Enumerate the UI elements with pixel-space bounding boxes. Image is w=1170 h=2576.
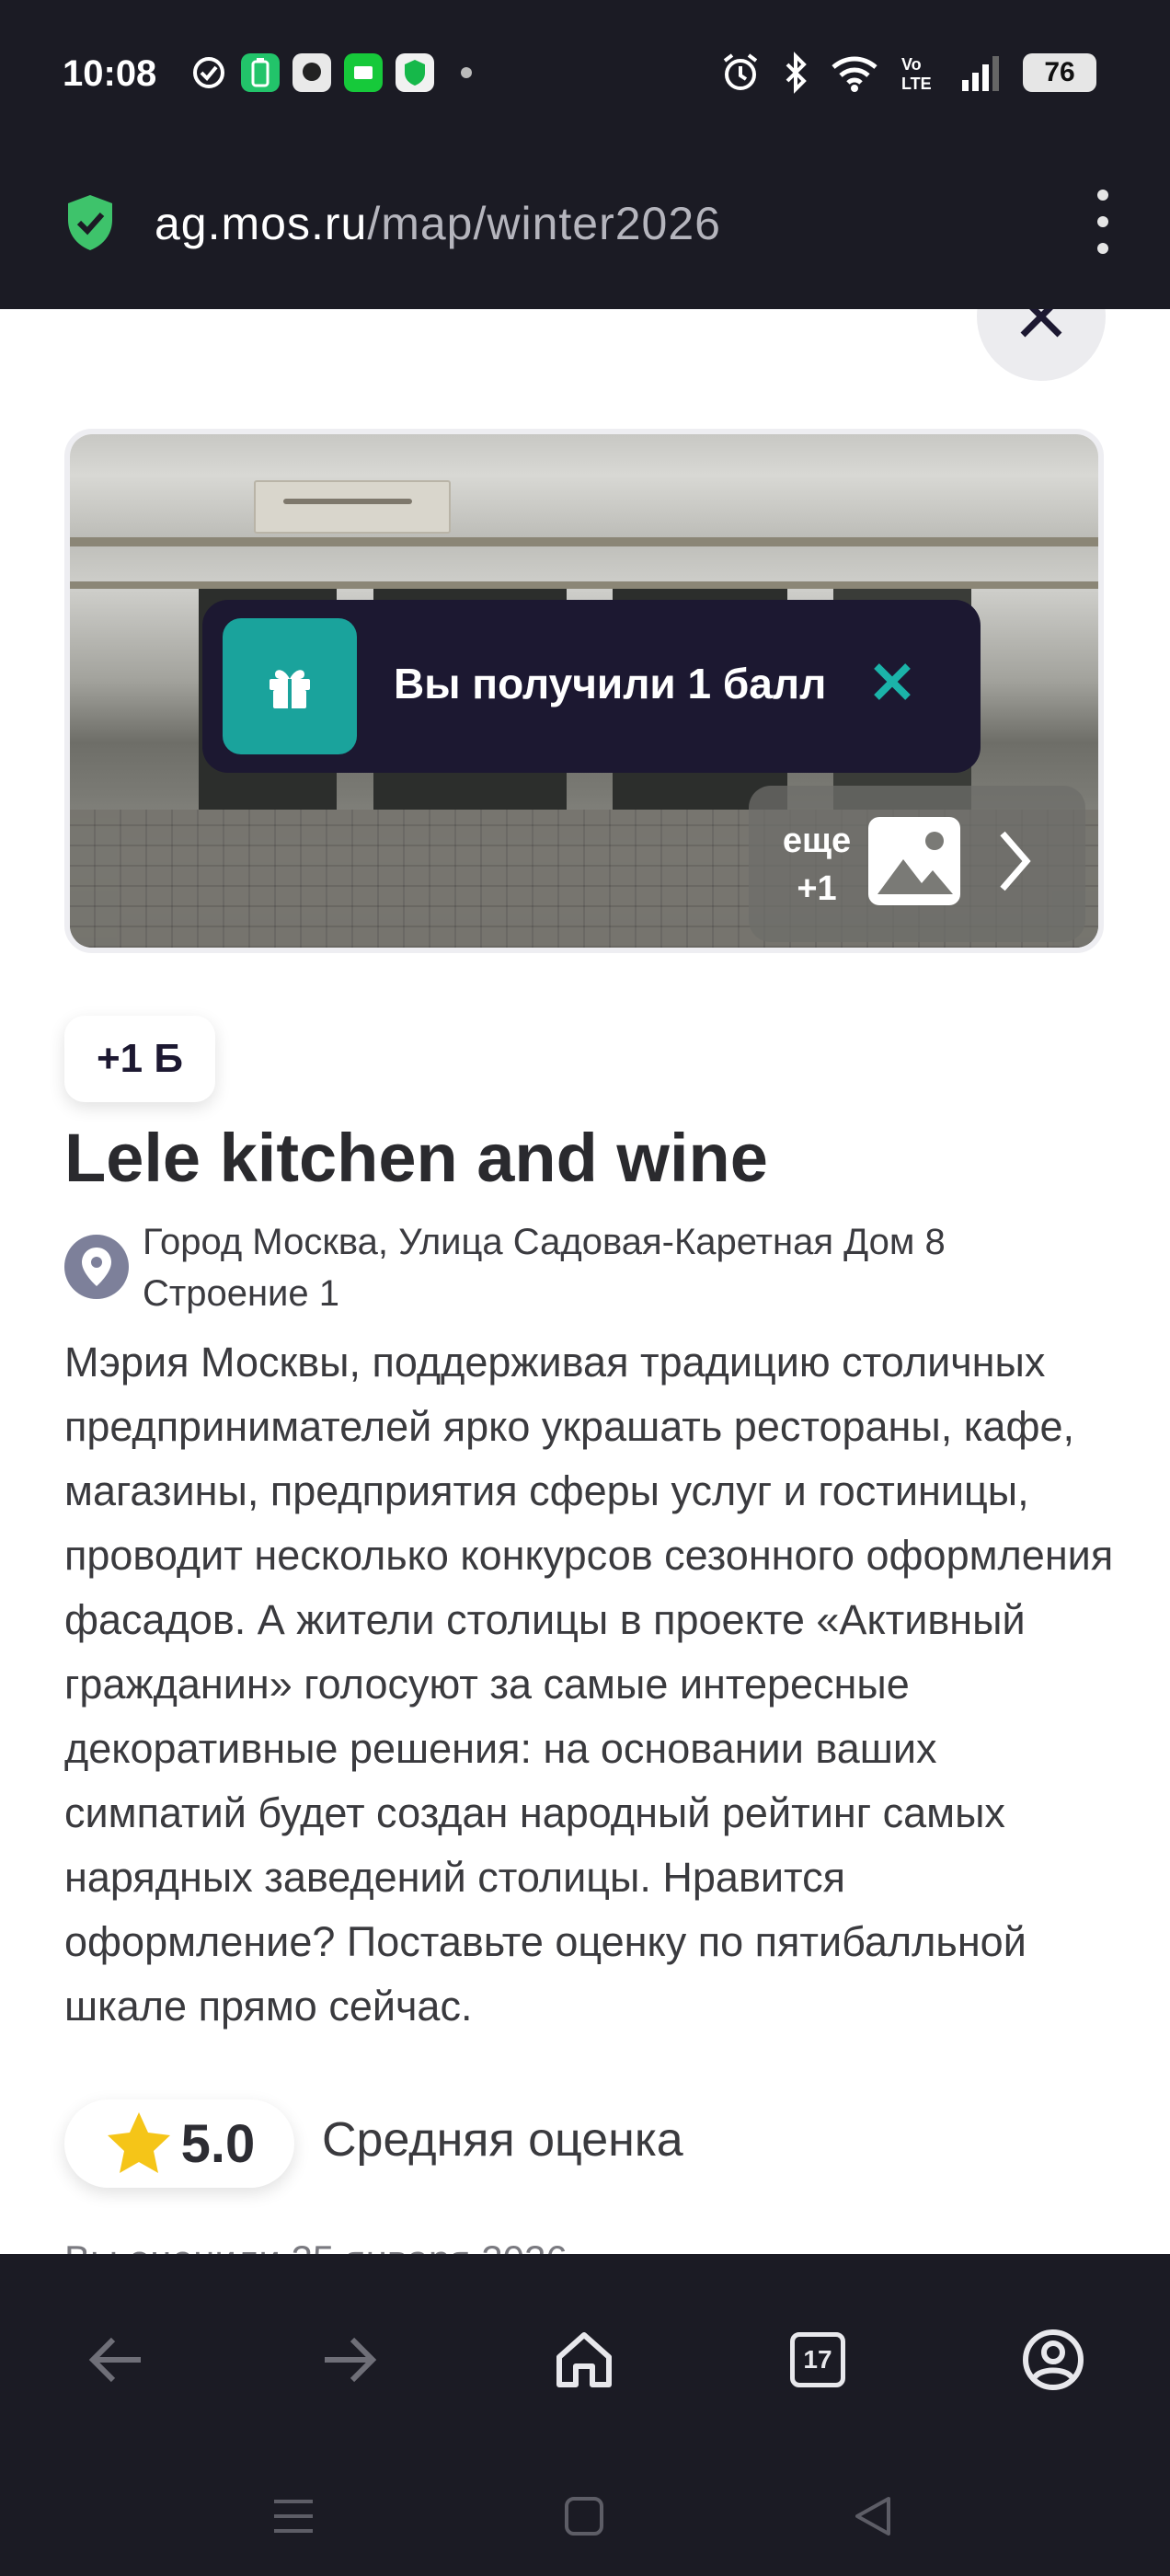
home-icon [556, 2332, 612, 2387]
alarm-icon [723, 53, 758, 90]
address-field[interactable]: ag.mos.ru/map/winter2026 [155, 197, 721, 250]
more-photos-button[interactable]: еще +1 [749, 786, 1085, 942]
place-address: Город Москва, Улица Садовая-Каретная Дом… [143, 1222, 946, 1314]
system-status-icons: Vo LTE 76 [719, 52, 1096, 94]
bluetooth-icon [786, 52, 807, 94]
more-photos-label: еще +1 [771, 817, 863, 913]
home-button[interactable] [533, 2309, 635, 2410]
system-back-button[interactable] [832, 2475, 914, 2558]
kebab-menu-icon[interactable] [1089, 190, 1117, 254]
toast-message: Вы получили 1 балл [394, 660, 827, 707]
place-description: Мэрия Москвы, поддерживая традицию столи… [64, 1339, 1114, 2030]
more-label-line2: +1 [797, 869, 837, 908]
rating-label: Средняя оценка [322, 2113, 683, 2167]
rating-badge: 5.0 [64, 2099, 294, 2188]
battery-indicator: 76 [1023, 53, 1096, 92]
url-host: ag.mos.ru [155, 198, 368, 249]
square-icon [565, 2497, 603, 2536]
location-pin-icon [64, 1235, 129, 1299]
image-icon [868, 817, 960, 905]
vpn-shield-app-icon [396, 53, 434, 92]
profile-icon [1023, 2329, 1084, 2390]
status-time: 10:08 [63, 53, 157, 94]
close-x-icon[interactable] [865, 650, 920, 714]
triangle-back-icon [855, 2497, 890, 2536]
system-recents-button[interactable] [252, 2475, 335, 2558]
svg-text:Vo: Vo [901, 55, 922, 74]
more-dot-icon [447, 53, 486, 92]
back-button[interactable] [64, 2309, 166, 2410]
place-card-sheet: Вы получили 1 балл еще +1 +1 Б Lele kitc… [0, 309, 1170, 2254]
points-toast: Вы получили 1 балл [202, 600, 981, 773]
more-label-line1: еще [782, 822, 852, 860]
forward-arrow-icon [325, 2337, 377, 2383]
url-path: /map/winter2026 [367, 198, 721, 249]
browser-bottom-nav: 17 [0, 2254, 1170, 2576]
close-icon [1020, 309, 1062, 338]
signal-icon [962, 56, 999, 91]
back-arrow-icon [88, 2337, 141, 2383]
forward-button[interactable] [300, 2309, 401, 2410]
your-rating-date: Вы оценили 25 января 2026 [64, 2237, 568, 2254]
gift-icon [223, 618, 357, 754]
chevron-right-icon [995, 826, 1032, 901]
points-badge: +1 Б [64, 1016, 215, 1102]
restaurant-sign [254, 480, 451, 534]
money-app-icon [344, 53, 383, 92]
svg-text:LTE: LTE [901, 75, 932, 93]
browser-url-bar: ag.mos.ru/map/winter2026 [0, 147, 1170, 309]
place-photo[interactable]: Вы получили 1 балл еще +1 [64, 429, 1104, 953]
check-circle-icon [189, 53, 228, 92]
star-icon [107, 2112, 170, 2173]
close-button[interactable] [977, 309, 1106, 381]
battery-saver-app-icon [241, 53, 280, 92]
profile-button[interactable] [1003, 2309, 1104, 2410]
menu-lines-icon [274, 2500, 313, 2533]
place-title: Lele kitchen and wine [64, 1120, 768, 1196]
chat-app-icon [292, 53, 331, 92]
tabs-icon: 17 [790, 2332, 845, 2387]
wifi-icon [832, 56, 878, 92]
notification-icons [189, 53, 486, 92]
volte-icon: VoLTE [901, 55, 932, 93]
system-home-button[interactable] [543, 2475, 625, 2558]
shield-check-icon[interactable] [64, 193, 116, 257]
rating-value: 5.0 [180, 2113, 256, 2174]
tabs-button[interactable]: 17 [767, 2309, 868, 2410]
status-bar: 10:08 Vo LTE 76 [0, 0, 1170, 147]
